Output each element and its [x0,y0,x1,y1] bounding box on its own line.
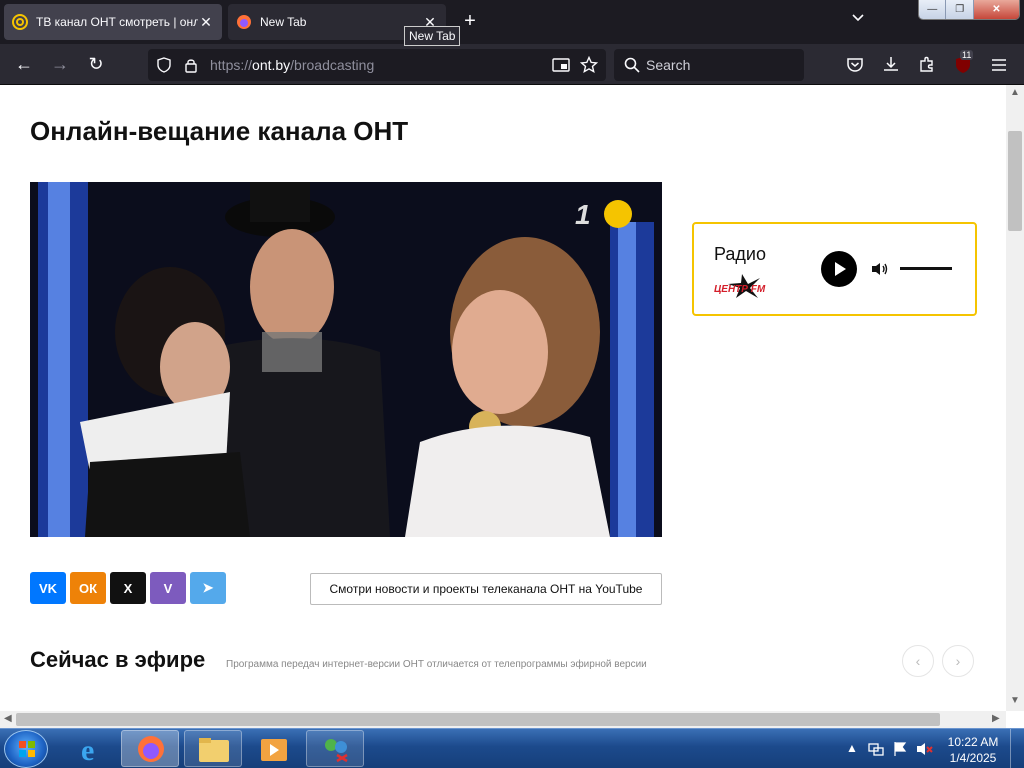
x-share-button[interactable]: X [110,572,146,604]
share-buttons: VK ОК X V ➤ [30,572,226,604]
window-controls: — ❐ ✕ [918,0,1020,20]
reload-icon[interactable]: ↻ [84,52,108,76]
hamburger-menu-icon[interactable] [990,57,1008,73]
volume-muted-icon[interactable] [916,741,934,757]
action-center-flag-icon[interactable] [892,741,908,757]
close-window-button[interactable]: ✕ [973,0,1019,19]
extension-badge-count: 11 [960,50,974,60]
chevron-left-icon: ‹ [915,653,921,669]
on-air-title: Сейчас в эфире [30,647,206,672]
tab-title: ТВ канал ОНТ смотреть | онла [36,15,198,29]
scroll-right-icon[interactable]: ▶ [992,713,1000,724]
url-text[interactable]: https://ont.by/broadcasting [210,57,374,73]
radio-widget: Радио ЦЕНТР FM [692,222,977,316]
taskbar-ie[interactable]: e [62,730,120,767]
windows-logo-icon [19,741,35,757]
url-host: ont.by [252,57,291,73]
url-scheme: https:// [210,57,253,73]
internet-explorer-icon: e [81,734,94,767]
clock-time: 10:22 AM [947,735,999,749]
chevron-down-icon[interactable] [846,12,870,32]
next-arrow-button[interactable]: › [942,645,974,677]
scroll-left-icon[interactable]: ◀ [4,713,12,724]
viber-icon: V [163,580,173,596]
firefox-favicon-icon [237,15,251,29]
video-frame-image: 1 [30,182,662,537]
youtube-link-button[interactable]: Смотри новости и проекты телеканала ОНТ … [310,573,662,605]
network-users-icon [325,739,348,763]
tab-close-icon[interactable]: ✕ [198,14,214,31]
chevron-right-icon: › [955,653,961,669]
tab-ont[interactable]: ТВ канал ОНТ смотреть | онла ✕ [4,4,222,40]
vk-share-button[interactable]: VK [30,572,66,604]
vertical-scroll-thumb[interactable] [1008,131,1022,231]
tab-title: New Tab [260,15,307,29]
viber-share-button[interactable]: V [150,572,186,604]
page-title: Онлайн-вещание канала ОНТ [30,116,409,146]
search-icon [624,57,640,73]
ont-favicon-icon [12,14,28,30]
on-air-note: Программа передач интернет-версии ОНТ от… [226,659,647,670]
radio-logo-text: ЦЕНТР FM [714,284,766,295]
vertical-scrollbar[interactable]: ▲ ▼ [1006,85,1024,711]
svg-text:1: 1 [575,199,591,230]
taskbar-network-app[interactable] [306,730,364,767]
nav-bar: ← → ↻ https://ont.by/broadcasting Search… [0,44,1024,85]
forward-arrow-icon[interactable]: → [48,52,72,76]
restore-button[interactable]: ❐ [946,0,974,19]
svg-text:e: e [81,734,94,767]
video-player[interactable]: 1 [30,182,662,537]
firefox-icon [138,736,164,762]
screen: ТВ канал ОНТ смотреть | онла ✕ New Tab ✕… [0,0,1024,768]
centr-fm-logo[interactable]: ЦЕНТР FM [714,274,778,298]
horizontal-scrollbar[interactable]: ◀ ▶ [0,711,1006,728]
system-clock[interactable]: 10:22 AM 1/4/2025 [940,734,1006,766]
scroll-down-icon[interactable]: ▼ [1010,695,1020,706]
prev-arrow-button[interactable]: ‹ [902,645,934,677]
horizontal-scroll-thumb[interactable] [16,713,940,726]
network-tray-icon[interactable] [868,741,884,757]
tab-tooltip: New Tab [404,26,461,46]
tab-bar: ТВ канал ОНТ смотреть | онла ✕ New Tab ✕… [0,0,1024,44]
radio-label: Радио [714,244,766,264]
play-button[interactable] [821,251,857,287]
odnoklassniki-icon: ОК [78,580,98,596]
taskbar-explorer[interactable] [184,730,242,767]
star-bookmark-icon[interactable] [580,56,598,74]
page-content: Онлайн-вещание канала ОНТ 1 Радио ЦЕНТР … [0,85,1006,711]
search-input[interactable]: Search [646,57,690,73]
tray-expand-icon[interactable]: ▲ [846,741,858,755]
vk-icon: VK [38,580,58,596]
url-bar[interactable]: https://ont.by/broadcasting [148,49,606,81]
scroll-up-icon[interactable]: ▲ [1010,87,1020,98]
telegram-share-button[interactable]: ➤ [190,572,226,604]
volume-icon[interactable] [870,261,890,277]
volume-slider[interactable] [900,267,952,270]
reader-view-icon[interactable] [552,57,570,73]
new-tab-plus-icon[interactable]: + [458,10,482,34]
taskbar-firefox[interactable] [121,730,179,767]
shield-icon[interactable] [156,57,172,73]
back-arrow-icon[interactable]: ← [12,52,36,76]
start-button[interactable] [4,730,48,768]
telegram-icon: ➤ [202,580,214,595]
pocket-icon[interactable] [846,56,864,74]
x-icon: X [123,580,133,596]
show-desktop-button[interactable] [1010,729,1024,768]
download-icon[interactable] [882,55,900,73]
ok-share-button[interactable]: ОК [70,572,106,604]
media-player-icon [261,739,287,761]
lock-icon[interactable] [184,57,198,73]
clock-date: 1/4/2025 [949,751,997,765]
windows-taskbar: e ▲ 10:22 AM 1/4/2025 [0,728,1024,768]
search-bar[interactable]: Search [614,49,804,81]
url-path: /broadcasting [290,57,375,73]
minimize-button[interactable]: — [919,0,947,19]
taskbar-media-player[interactable] [244,730,302,767]
play-icon [835,262,846,276]
folder-icon [199,738,229,762]
extensions-puzzle-icon[interactable] [918,55,936,73]
